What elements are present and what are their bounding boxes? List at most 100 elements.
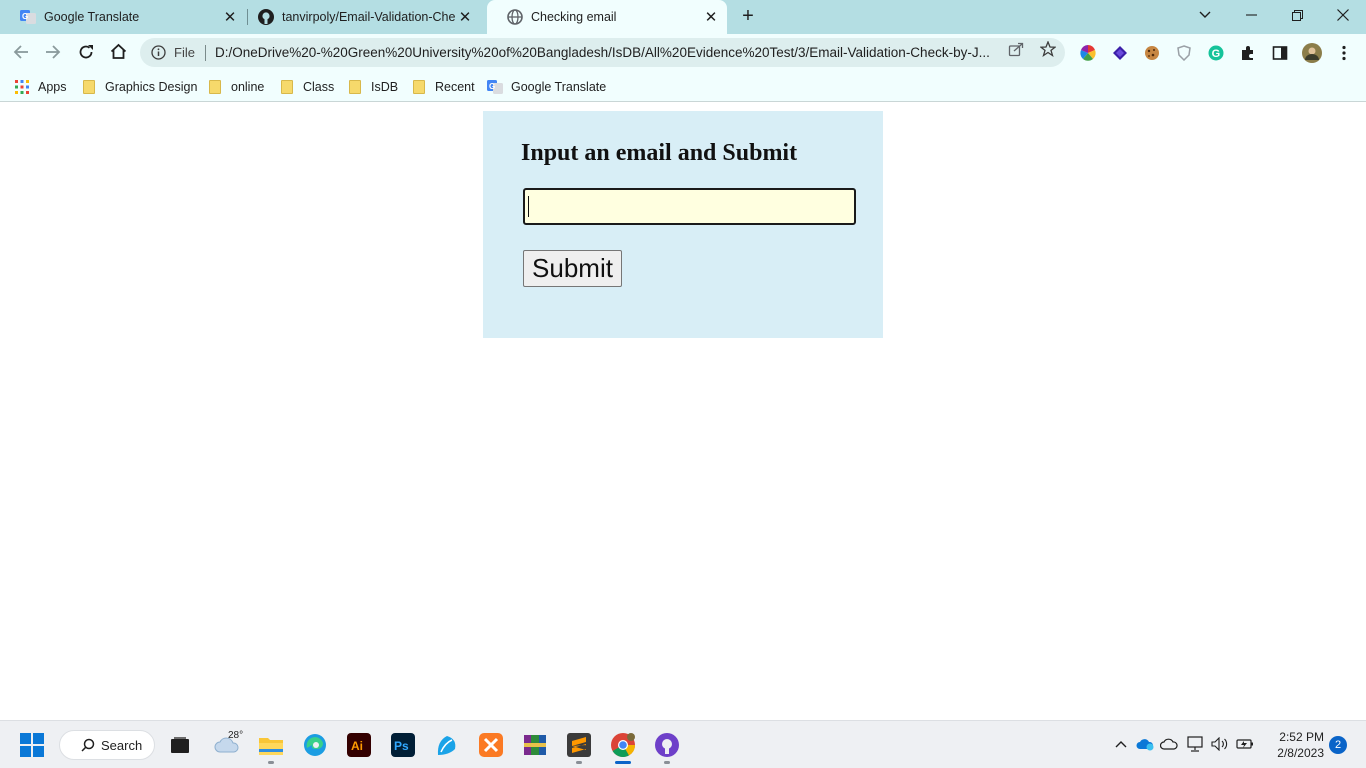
apps-grid-icon (14, 79, 30, 95)
tab-google-translate[interactable]: G Google Translate ✕ (0, 0, 246, 34)
svg-text:G: G (1212, 48, 1221, 60)
task-view-icon[interactable] (166, 731, 194, 759)
google-translate-icon: G (20, 9, 36, 25)
bookmark-class[interactable]: Class (279, 76, 334, 98)
browser-tab-strip: G Google Translate ✕ tanvirpoly/Email-Va… (0, 0, 1366, 34)
photoshop-icon[interactable]: Ps (389, 731, 417, 759)
windows-start-icon[interactable] (18, 731, 46, 759)
tab-title: tanvirpoly/Email-Validation-Check-by-Jav… (282, 10, 455, 24)
google-translate-icon: G (487, 79, 503, 95)
battery-charging-icon[interactable] (1236, 735, 1254, 753)
tab-title: Google Translate (44, 10, 140, 24)
text-caret (528, 196, 529, 217)
tab-title: Checking email (531, 10, 617, 24)
app-running-indicator (664, 761, 670, 764)
search-icon (81, 738, 95, 752)
bookmarks-bar: Apps Graphics Design online Class IsDB R… (0, 71, 1366, 102)
tab-search-chevron-icon[interactable] (1182, 0, 1228, 30)
address-divider (204, 44, 206, 61)
edge-browser-icon[interactable] (301, 731, 329, 759)
new-tab-button[interactable]: + (736, 6, 760, 28)
feather-app-icon[interactable] (433, 731, 461, 759)
profile-avatar[interactable] (1302, 43, 1322, 63)
close-window-button[interactable] (1320, 0, 1366, 30)
search-label: Search (101, 737, 143, 753)
folder-icon (411, 79, 427, 95)
illustrator-icon[interactable]: Ai (345, 731, 373, 759)
active-app-indicator (615, 761, 631, 764)
bookmark-label: Google Translate (511, 80, 607, 94)
browser-toolbar: File D:/OneDrive%20-%20Green%20Universit… (0, 34, 1366, 71)
info-icon[interactable] (150, 45, 166, 61)
bookmark-star-icon[interactable] (1039, 40, 1057, 58)
close-tab-icon[interactable]: ✕ (455, 7, 475, 27)
tab-github-repo[interactable]: tanvirpoly/Email-Validation-Check-by-Jav… (238, 0, 486, 34)
bookmark-apps[interactable]: Apps (14, 76, 67, 98)
xampp-icon[interactable] (477, 731, 505, 759)
side-panel-icon[interactable] (1270, 43, 1290, 63)
onedrive-sync-icon[interactable] (1136, 735, 1154, 753)
clock-time: 2:52 PM (1279, 730, 1324, 744)
arrow-right-icon (45, 44, 61, 63)
bookmark-label: online (231, 80, 265, 94)
chrome-icon[interactable] (609, 731, 637, 759)
github-icon (258, 9, 274, 25)
file-explorer-icon[interactable] (257, 731, 285, 759)
form-heading: Input an email and Submit (521, 140, 798, 166)
reload-icon (78, 44, 94, 63)
weather-temperature: 28° (228, 730, 244, 741)
cookie-extension-icon[interactable] (1142, 43, 1162, 63)
forward-button[interactable] (39, 39, 67, 67)
bookmark-label: Apps (38, 80, 67, 94)
svg-text:Ai: Ai (351, 739, 363, 753)
show-hidden-icons-chevron-icon[interactable] (1112, 735, 1130, 753)
bookmark-recent[interactable]: Recent (411, 76, 475, 98)
winrar-icon[interactable] (521, 731, 549, 759)
folder-icon (207, 79, 223, 95)
bookmark-label: Graphics Design (105, 80, 198, 94)
email-form-card: Input an email and Submit Submit (483, 111, 883, 338)
bookmark-graphics-design[interactable]: Graphics Design (81, 76, 197, 98)
speaker-volume-icon[interactable] (1211, 735, 1229, 753)
bookmark-label: IsDB (371, 80, 399, 94)
email-input[interactable] (523, 188, 856, 225)
back-button[interactable] (7, 39, 35, 67)
bookmark-google-translate[interactable]: G Google Translate (487, 76, 606, 98)
color-picker-extension-icon[interactable] (1078, 43, 1098, 63)
url-text[interactable]: D:/OneDrive%20-%20Green%20University%20o… (215, 45, 1001, 60)
page-viewport: Input an email and Submit Submit (0, 103, 1366, 720)
taskbar-search[interactable]: Search (59, 730, 155, 760)
home-button[interactable] (104, 39, 132, 67)
sublime-text-icon[interactable] (565, 731, 593, 759)
restore-button[interactable] (1274, 0, 1320, 30)
arrow-left-icon (13, 44, 29, 63)
folder-icon (279, 79, 295, 95)
scheme-label: File (174, 45, 195, 60)
shield-extension-icon[interactable] (1174, 43, 1194, 63)
network-monitor-icon[interactable] (1187, 735, 1205, 753)
submit-button[interactable]: Submit (523, 250, 622, 287)
extensions-puzzle-icon[interactable] (1238, 43, 1258, 63)
globe-icon (507, 9, 523, 25)
cloud-icon[interactable] (1160, 735, 1178, 753)
github-desktop-icon[interactable] (653, 731, 681, 759)
svg-text:G: G (489, 82, 495, 91)
tab-checking-email[interactable]: Checking email ✕ (487, 0, 727, 34)
notification-badge[interactable]: 2 (1329, 736, 1347, 754)
grammarly-extension-icon[interactable]: G (1206, 43, 1226, 63)
clock-date: 2/8/2023 (1277, 746, 1324, 760)
share-icon[interactable] (1007, 40, 1025, 58)
windows-taskbar: Search 28° Ai Ps 2:52 PM 2/8/2023 2 (0, 720, 1366, 768)
close-tab-icon[interactable]: ✕ (701, 7, 721, 27)
minimize-button[interactable] (1228, 0, 1274, 30)
svg-text:Ps: Ps (394, 739, 409, 753)
browser-menu-icon[interactable] (1334, 43, 1354, 63)
bookmark-online[interactable]: online (207, 76, 264, 98)
layers-extension-icon[interactable] (1110, 43, 1130, 63)
bookmark-isdb[interactable]: IsDB (347, 76, 398, 98)
reload-button[interactable] (72, 39, 100, 67)
address-bar[interactable]: File D:/OneDrive%20-%20Green%20Universit… (140, 38, 1065, 67)
system-clock[interactable]: 2:52 PM 2/8/2023 (1262, 729, 1324, 761)
close-tab-icon[interactable]: ✕ (220, 7, 240, 27)
folder-icon (81, 79, 97, 95)
